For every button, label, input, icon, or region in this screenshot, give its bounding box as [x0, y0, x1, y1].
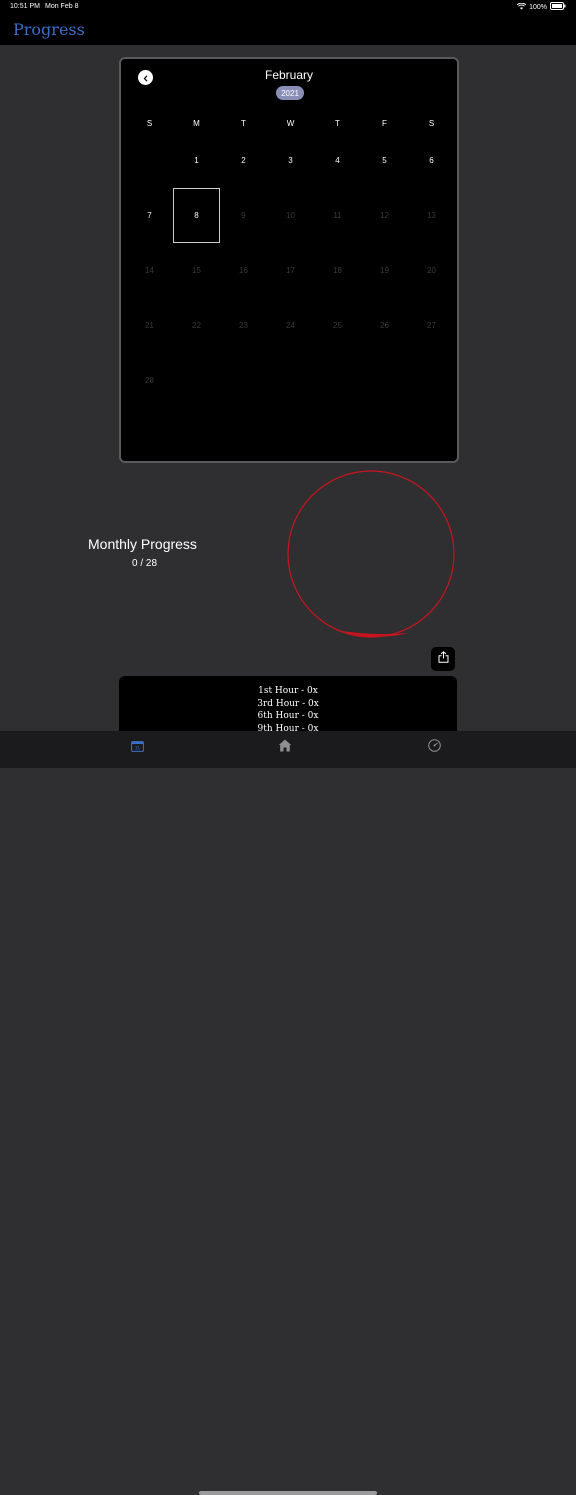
nav-bar: Progress: [0, 14, 576, 45]
page-title: Progress: [13, 20, 85, 39]
progress-ring: [287, 470, 459, 647]
calendar-day[interactable]: 21: [126, 298, 173, 353]
calendar-day[interactable]: 18: [314, 243, 361, 298]
calendar-day-today[interactable]: 8: [173, 188, 220, 243]
tab-bar: 31: [0, 731, 576, 1495]
battery-percent: 100%: [529, 3, 547, 11]
weekday-label: S: [146, 119, 153, 128]
settings-tab[interactable]: [424, 738, 444, 758]
calendar-day[interactable]: 15: [173, 243, 220, 298]
calendar-day[interactable]: 10: [267, 188, 314, 243]
calendar-day[interactable]: 26: [361, 298, 408, 353]
status-time: 10:51 PM: [10, 3, 40, 10]
calendar-day[interactable]: 27: [408, 298, 455, 353]
calendar-card: February 2021 SMTWTFS 1 2 3 4 5 6 7 8 9 10 11 12 13 1…: [119, 57, 459, 463]
calendar-day[interactable]: 11: [314, 188, 361, 243]
monthly-progress-label: Monthly Progress: [88, 536, 197, 552]
calendar-day[interactable]: 16: [220, 243, 267, 298]
calendar-day[interactable]: 2: [220, 133, 267, 188]
status-right: 100%: [516, 2, 566, 12]
status-bar: 10:51 PM Mon Feb 8 100%: [0, 0, 576, 14]
calendar-month: February: [264, 68, 314, 82]
calendar-day[interactable]: 5: [361, 133, 408, 188]
hour-line-6: 6th Hour - 0x: [257, 711, 319, 721]
calendar-day[interactable]: 25: [314, 298, 361, 353]
calendar-day[interactable]: 13: [408, 188, 455, 243]
weekday-label: F: [382, 119, 387, 128]
calendar-year-pill[interactable]: 2021: [276, 86, 304, 100]
calendar-day[interactable]: 3: [267, 133, 314, 188]
home-indicator: [199, 1491, 377, 1495]
gauge-icon: [427, 739, 441, 757]
calendar-icon: 31: [130, 739, 144, 757]
battery-icon: [550, 2, 566, 12]
hour-line-1: 1st Hour - 0x: [258, 686, 318, 696]
status-date: Mon Feb 8: [45, 3, 79, 10]
weekday-label: T: [335, 119, 340, 128]
weekday-label: S: [428, 119, 435, 128]
house-icon: [278, 739, 292, 757]
calendar-day[interactable]: 4: [314, 133, 361, 188]
weekday-label: T: [241, 119, 246, 128]
calendar-day[interactable]: 28: [126, 353, 173, 408]
calendar-day[interactable]: 22: [173, 298, 220, 353]
calendar-day[interactable]: 23: [220, 298, 267, 353]
share-icon: [438, 650, 449, 668]
weekday-label: M: [193, 119, 200, 128]
calendar-day[interactable]: 14: [126, 243, 173, 298]
calendar-tab[interactable]: 31: [127, 738, 147, 758]
svg-text:31: 31: [134, 746, 140, 751]
monthly-progress-value: 0 / 28: [132, 558, 158, 569]
calendar-day[interactable]: 17: [267, 243, 314, 298]
calendar-day[interactable]: 6: [408, 133, 455, 188]
calendar-day[interactable]: 9: [220, 188, 267, 243]
calendar-day[interactable]: 20: [408, 243, 455, 298]
hours-card: 1st Hour - 0x 3rd Hour - 0x 6th Hour - 0…: [119, 676, 457, 736]
wifi-icon: [516, 2, 527, 12]
calendar-day[interactable]: 12: [361, 188, 408, 243]
calendar-day[interactable]: 1: [173, 133, 220, 188]
weekday-label: W: [286, 119, 295, 128]
calendar-day[interactable]: 24: [267, 298, 314, 353]
hour-line-3: 3rd Hour - 0x: [257, 698, 319, 709]
share-button[interactable]: [431, 647, 455, 671]
calendar-day[interactable]: 7: [126, 188, 173, 243]
home-tab[interactable]: [275, 738, 295, 758]
calendar-day[interactable]: 19: [361, 243, 408, 298]
